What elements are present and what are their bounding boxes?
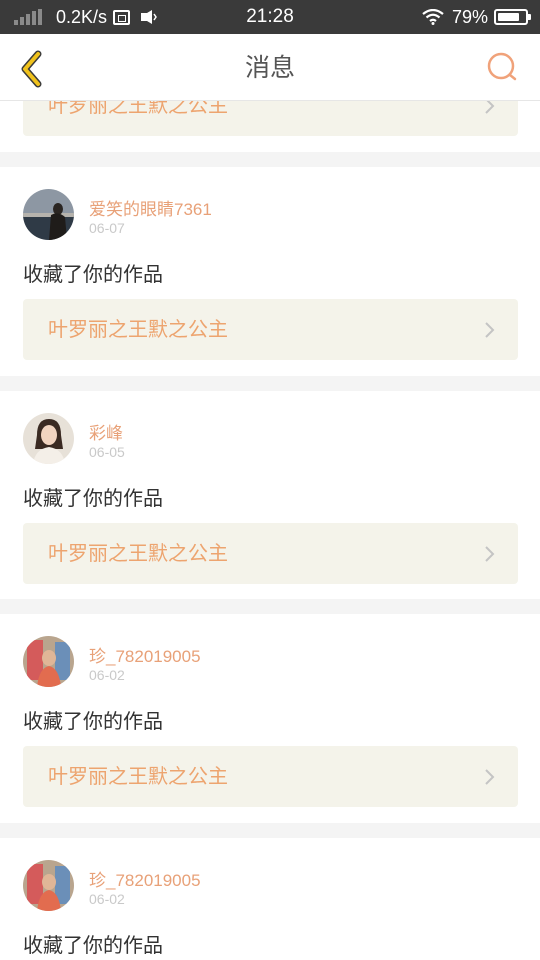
avatar[interactable]	[23, 636, 74, 687]
chevron-right-icon	[485, 322, 495, 338]
message-date: 06-02	[89, 891, 125, 907]
work-link[interactable]: 叶罗丽之王默之公主	[23, 299, 518, 360]
message-text: 收藏了你的作品	[23, 709, 163, 733]
chevron-right-icon	[485, 769, 495, 785]
message-card[interactable]: 彩峰 06-05 收藏了你的作品 叶罗丽之王默之公主	[0, 391, 540, 599]
work-title: 叶罗丽之王默之公主	[48, 764, 228, 788]
message-date: 06-02	[89, 667, 125, 683]
avatar-image	[23, 413, 74, 464]
username[interactable]: 彩峰	[89, 419, 123, 444]
message-card[interactable]: 爱笑的眼睛7361 06-07 收藏了你的作品 叶罗丽之王默之公主	[0, 167, 540, 376]
chevron-right-icon	[485, 546, 495, 562]
username[interactable]: 珍_782019005	[89, 642, 201, 667]
avatar[interactable]	[23, 189, 74, 240]
message-text: 收藏了你的作品	[23, 262, 163, 286]
avatar[interactable]	[23, 860, 74, 911]
message-text: 收藏了你的作品	[23, 486, 163, 510]
battery-fill	[498, 13, 519, 21]
username[interactable]: 爱笑的眼睛7361	[89, 195, 212, 220]
search-icon	[487, 52, 517, 81]
page-title: 消息	[244, 53, 295, 82]
battery-percent: 79%	[451, 6, 488, 27]
work-link[interactable]: 叶罗丽之王默之公主	[23, 746, 518, 807]
work-title: 叶罗丽之王默之公主	[48, 541, 228, 565]
status-bar: 0.2K/s 21:28 79%	[0, 0, 540, 34]
message-card[interactable]: 珍_782019005 06-02 收藏了你的作品 叶罗丽之王默之公主	[0, 614, 540, 823]
work-link[interactable]: 叶罗丽之王默之公主	[23, 523, 518, 584]
message-date: 06-07	[89, 220, 125, 236]
wifi-icon	[422, 9, 444, 25]
work-title: 叶罗丽之王默之公主	[48, 317, 228, 341]
message-text: 收藏了你的作品	[23, 933, 163, 957]
avatar[interactable]	[23, 413, 74, 464]
nav-header: 消息	[0, 34, 540, 101]
username[interactable]: 珍_782019005	[89, 866, 201, 891]
avatar-image	[23, 189, 74, 240]
message-card[interactable]: 珍_782019005 06-02 收藏了你的作品	[0, 838, 540, 960]
message-date: 06-05	[89, 444, 125, 460]
avatar-image	[23, 860, 74, 911]
battery-icon	[494, 9, 531, 25]
message-list[interactable]: 叶罗丽之王默之公主 爱笑的眼睛7361 06-07 收藏了你的作品 叶罗丽之王默…	[0, 0, 540, 960]
avatar-image	[23, 636, 74, 687]
search-button[interactable]	[480, 44, 526, 90]
